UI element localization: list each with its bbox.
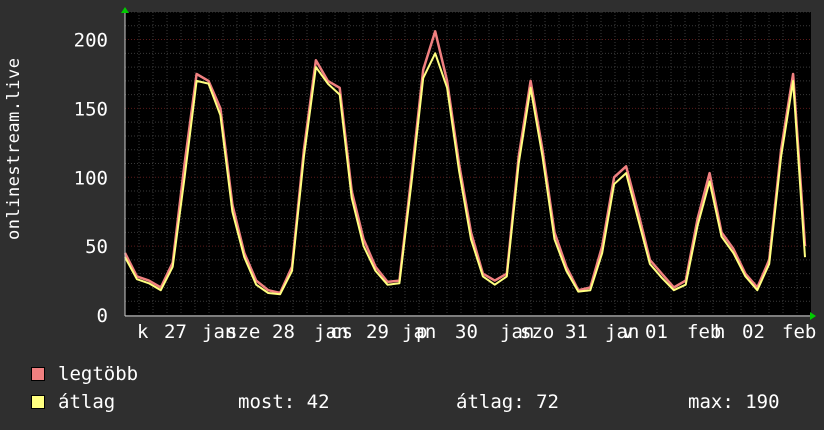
stat-max: max: 190 bbox=[688, 391, 780, 413]
x-tick-label: 29 bbox=[366, 321, 389, 343]
x-tick-label: v bbox=[622, 321, 633, 343]
x-tick-labels: k 27 jansze 28 jancs 29 janp 30 janszo 31 janv 01 fe… bbox=[137, 321, 816, 343]
legend-swatch-avg bbox=[31, 395, 45, 409]
y-tick-label: 200 bbox=[74, 30, 108, 52]
x-tick-label: h bbox=[714, 321, 725, 343]
x-tick-label: k bbox=[137, 321, 149, 343]
x-tick-label: 01 bbox=[645, 321, 668, 343]
y-tick-label: 0 bbox=[97, 305, 108, 327]
x-tick-label: 27 bbox=[164, 321, 187, 343]
y-tick-labels: 0 50 100 150 200 bbox=[74, 30, 108, 327]
x-tick-label: 28 bbox=[272, 321, 295, 343]
x-tick-label: cs bbox=[330, 321, 353, 343]
stat-now: most: 42 bbox=[238, 391, 330, 413]
y-tick-label: 100 bbox=[74, 167, 108, 189]
legend-swatch-max bbox=[31, 367, 45, 381]
x-tick-label: 31 bbox=[565, 321, 588, 343]
stat-avg: átlag: 72 bbox=[456, 391, 559, 413]
x-tick-label: sze bbox=[226, 321, 260, 343]
y-axis-label: onlinestream.live bbox=[4, 57, 24, 241]
x-tick-label: p bbox=[416, 321, 427, 343]
y-tick-label: 150 bbox=[74, 98, 108, 120]
x-tick-label: 30 bbox=[455, 321, 478, 343]
legend-label-max: legtöbb bbox=[58, 363, 139, 385]
x-axis-arrow-icon bbox=[810, 312, 816, 320]
x-tick-label: feb bbox=[782, 321, 816, 343]
x-tick-label: 02 bbox=[742, 321, 765, 343]
legend-label-avg: átlag bbox=[58, 391, 116, 413]
y-axis-arrow-icon bbox=[121, 7, 129, 13]
x-tick-label: szo bbox=[520, 321, 554, 343]
y-tick-label: 50 bbox=[85, 236, 108, 258]
